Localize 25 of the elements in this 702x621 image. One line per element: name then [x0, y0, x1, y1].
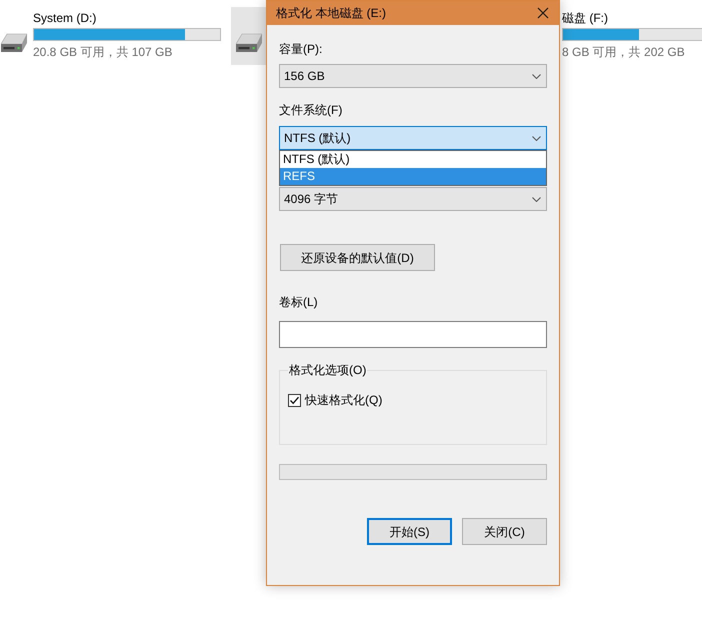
volume-label-field[interactable]: [279, 321, 547, 348]
chevron-down-icon: [532, 196, 541, 202]
restore-defaults-button[interactable]: 还原设备的默认值(D): [280, 244, 435, 271]
drive-space-info: 20.8 GB 可用，共 107 GB: [33, 44, 174, 60]
hard-drive-icon: [0, 32, 26, 54]
drive-name[interactable]: System (D:): [33, 10, 221, 26]
close-dialog-button[interactable]: 关闭(C): [462, 518, 547, 545]
volume-label-caption: 卷标(L): [279, 294, 318, 310]
capacity-label: 容量(P):: [279, 41, 322, 57]
chevron-down-icon: [532, 74, 541, 78]
quick-format-label[interactable]: 快速格式化(Q): [305, 392, 382, 408]
drive-name[interactable]: 磁盘 (F:): [562, 10, 702, 26]
checkbox[interactable]: [288, 394, 301, 406]
drive-item[interactable]: [231, 7, 266, 65]
dialog-title: 格式化 本地磁盘 (E:): [276, 5, 386, 21]
allocation-unit-dropdown[interactable]: 4096 字节: [279, 187, 547, 211]
drive-space-info: 8 GB 可用，共 202 GB: [562, 44, 686, 60]
hard-drive-icon: [236, 32, 262, 54]
capacity-dropdown[interactable]: 156 GB: [279, 64, 547, 88]
group-title: 格式化选项(O): [288, 362, 368, 378]
start-button[interactable]: 开始(S): [367, 518, 452, 545]
file-system-dropdown[interactable]: NTFS (默认): [279, 126, 547, 150]
file-system-label: 文件系统(F): [279, 102, 342, 118]
chevron-down-icon: [532, 136, 541, 140]
close-icon: [537, 7, 549, 19]
